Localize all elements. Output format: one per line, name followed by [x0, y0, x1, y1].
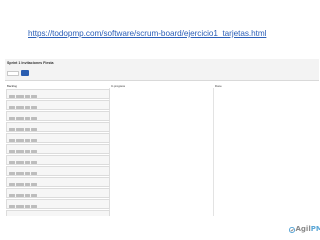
task-card-actions [9, 139, 37, 142]
task-card-action-button[interactable] [16, 161, 24, 164]
task-card-actions [9, 150, 37, 153]
task-card-action-button[interactable] [31, 106, 37, 109]
task-card-action-button[interactable] [16, 172, 24, 175]
task-card-action-button[interactable] [31, 150, 37, 153]
logo-text-agil: Agil [295, 225, 311, 233]
task-card-action-button[interactable] [31, 172, 37, 175]
task-card-action-button[interactable] [9, 128, 15, 131]
task-card[interactable] [6, 89, 110, 99]
task-card[interactable] [6, 122, 110, 132]
task-card-action-button[interactable] [31, 194, 37, 197]
task-card-actions [9, 205, 37, 208]
task-card[interactable] [6, 100, 110, 110]
task-card-action-button[interactable] [25, 150, 30, 153]
tutorial-url-link[interactable]: https://todopmp.com/software/scrum-board… [28, 29, 266, 38]
task-card[interactable] [6, 199, 110, 209]
in-progress-column[interactable] [109, 88, 213, 216]
task-card-actions [9, 128, 37, 131]
task-card-action-button[interactable] [31, 95, 37, 98]
task-card-action-button[interactable] [31, 183, 37, 186]
task-card-action-button[interactable] [25, 205, 30, 208]
task-card-action-button[interactable] [16, 128, 24, 131]
agilpm-logo-icon [288, 226, 296, 233]
task-card-actions [9, 172, 37, 175]
task-card-action-button[interactable] [9, 205, 15, 208]
board-title: Sprint 1 Invitaciones Fiesta [7, 61, 54, 65]
task-card-action-button[interactable] [9, 183, 15, 186]
task-card[interactable] [6, 144, 110, 154]
task-card-action-button[interactable] [25, 172, 30, 175]
task-card-action-button[interactable] [9, 139, 15, 142]
task-card-actions [9, 194, 37, 197]
scrum-board-screenshot: Sprint 1 Invitaciones Fiesta Backlog In … [5, 59, 319, 216]
task-card[interactable] [6, 133, 110, 143]
task-card-action-button[interactable] [31, 117, 37, 120]
task-card-action-button[interactable] [31, 205, 37, 208]
logo-text-pm: PM [310, 225, 320, 233]
task-card-action-button[interactable] [9, 95, 15, 98]
task-card-action-button[interactable] [16, 95, 24, 98]
task-card-actions [9, 106, 37, 109]
task-card-action-button[interactable] [25, 117, 30, 120]
task-card-action-button[interactable] [16, 183, 24, 186]
agilpm-logo: Agil PM [288, 225, 320, 233]
done-column[interactable] [213, 88, 319, 216]
board-submit-button[interactable] [21, 70, 29, 76]
task-card-action-button[interactable] [25, 161, 30, 164]
task-card-action-button[interactable] [25, 139, 30, 142]
task-card-action-button[interactable] [9, 117, 15, 120]
board-name-input[interactable] [7, 71, 19, 76]
board-header: Sprint 1 Invitaciones Fiesta [5, 59, 319, 81]
task-card-action-button[interactable] [9, 161, 15, 164]
task-card-actions [9, 183, 37, 186]
task-card-action-button[interactable] [25, 128, 30, 131]
task-card-action-button[interactable] [31, 139, 37, 142]
task-card[interactable] [6, 111, 110, 121]
task-card-action-button[interactable] [9, 194, 15, 197]
task-card-action-button[interactable] [16, 117, 24, 120]
task-card-action-button[interactable] [31, 161, 37, 164]
task-card-action-button[interactable] [25, 95, 30, 98]
task-card-action-button[interactable] [9, 106, 15, 109]
task-card-action-button[interactable] [25, 194, 30, 197]
task-card-actions [9, 95, 37, 98]
task-card[interactable] [6, 210, 110, 216]
task-card-action-button[interactable] [25, 183, 30, 186]
task-card-action-button[interactable] [9, 150, 15, 153]
task-card-action-button[interactable] [16, 106, 24, 109]
task-card-actions [9, 117, 37, 120]
task-card-action-button[interactable] [16, 205, 24, 208]
task-card-action-button[interactable] [31, 128, 37, 131]
task-card-action-button[interactable] [16, 150, 24, 153]
task-card[interactable] [6, 188, 110, 198]
task-card-actions [9, 161, 37, 164]
task-card-action-button[interactable] [16, 194, 24, 197]
task-card-action-button[interactable] [9, 172, 15, 175]
task-card[interactable] [6, 155, 110, 165]
task-card[interactable] [6, 166, 110, 176]
task-card[interactable] [6, 177, 110, 187]
task-card-action-button[interactable] [16, 139, 24, 142]
task-card-action-button[interactable] [25, 106, 30, 109]
